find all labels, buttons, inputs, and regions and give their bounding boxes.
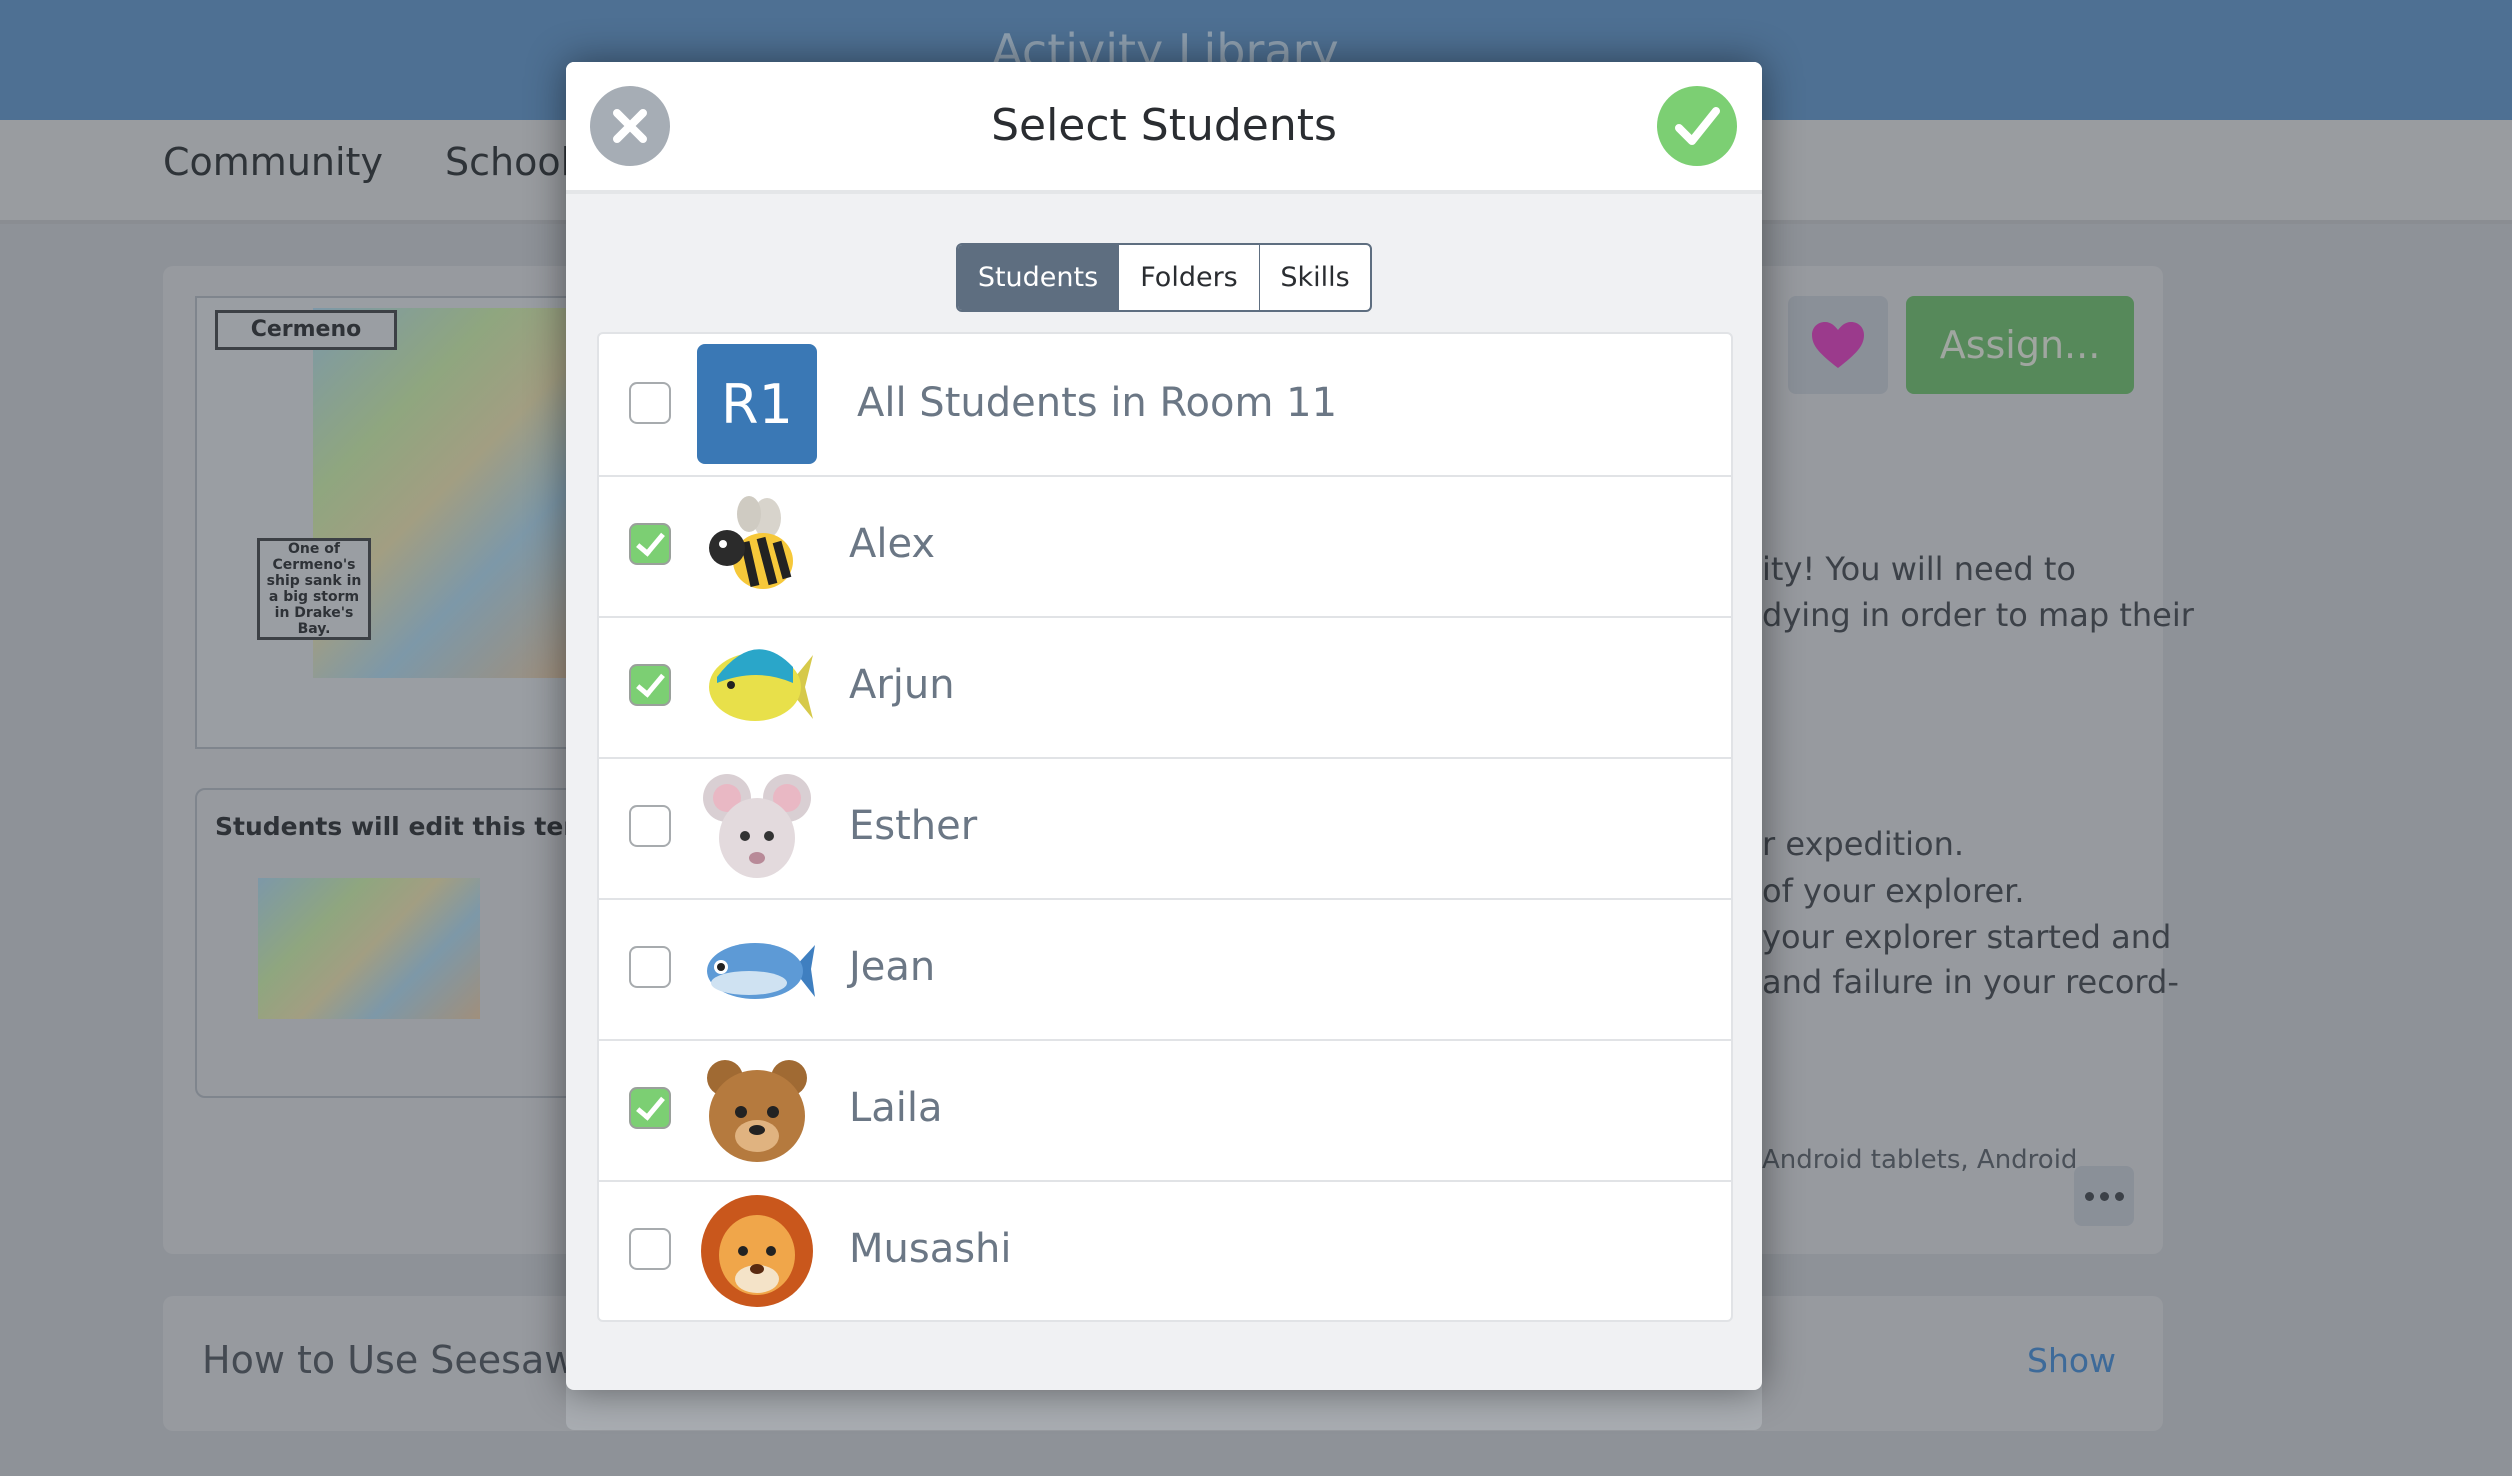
confirm-button[interactable] <box>1657 86 1737 166</box>
more-button[interactable] <box>2074 1166 2134 1226</box>
nav-school[interactable]: School <box>445 140 571 184</box>
image-title-label: Cermeno <box>215 310 397 350</box>
list-item-student[interactable]: Arjun <box>599 616 1731 759</box>
select-checkbox[interactable] <box>629 1087 671 1129</box>
list-item-student[interactable]: Alex <box>599 475 1731 618</box>
tab-folders[interactable]: Folders <box>1118 245 1259 310</box>
student-name: Musashi <box>849 1226 1012 1272</box>
list-item-student[interactable]: Musashi <box>599 1180 1731 1321</box>
select-checkbox[interactable] <box>629 523 671 565</box>
description-line: dying in order to map their <box>1762 596 2194 634</box>
lion-avatar-icon <box>697 1191 817 1311</box>
description-line: ity! You will need to <box>1762 550 2076 588</box>
favorite-button[interactable] <box>1788 296 1888 394</box>
list-item-all-students[interactable]: R1 All Students in Room 11 <box>599 334 1731 477</box>
student-name: Arjun <box>849 662 955 708</box>
tab-skills[interactable]: Skills <box>1259 245 1370 310</box>
student-name: All Students in Room 11 <box>857 380 1338 426</box>
modal-title: Select Students <box>991 100 1337 151</box>
template-map-image <box>258 878 480 1019</box>
fish-avatar-icon <box>697 909 817 1029</box>
description-line: r expedition. <box>1762 825 1965 863</box>
ellipsis-icon <box>2084 1191 2124 1201</box>
student-list: R1 All Students in Room 11 Alex Arjun Esther… <box>597 332 1733 1322</box>
mouse-avatar-icon <box>697 768 817 888</box>
check-icon <box>1675 107 1720 145</box>
select-checkbox[interactable] <box>629 805 671 847</box>
student-name: Esther <box>849 803 978 849</box>
select-checkbox[interactable] <box>629 664 671 706</box>
student-name: Alex <box>849 521 936 567</box>
activity-image: Cermeno One of Cermeno's ship sank in a … <box>195 296 569 749</box>
tab-students[interactable]: Students <box>958 245 1118 310</box>
view-tabs: Students Folders Skills <box>956 243 1372 312</box>
devices-text: Android tablets, Android <box>1762 1145 2078 1175</box>
select-checkbox[interactable] <box>629 382 671 424</box>
nav-community[interactable]: Community <box>163 140 383 184</box>
select-checkbox[interactable] <box>629 1228 671 1270</box>
list-item-student[interactable]: Esther <box>599 757 1731 900</box>
show-link[interactable]: Show <box>2027 1341 2116 1380</box>
description-line: your explorer started and <box>1762 918 2172 956</box>
assign-button[interactable]: Assign... <box>1906 296 2134 394</box>
student-name: Jean <box>849 944 936 990</box>
list-item-student[interactable]: Laila <box>599 1039 1731 1182</box>
description-line: of your explorer. <box>1762 872 2025 910</box>
tropical-fish-avatar-icon <box>697 627 817 747</box>
student-name: Laila <box>849 1085 943 1131</box>
bear-avatar-icon <box>697 1050 817 1170</box>
select-students-modal: Select Students Students Folders Skills … <box>566 62 1762 1390</box>
description-line: and failure in your record- <box>1762 963 2179 1001</box>
select-checkbox[interactable] <box>629 946 671 988</box>
image-note-label: One of Cermeno's ship sank in a big stor… <box>257 538 371 640</box>
heart-icon <box>1812 322 1864 368</box>
howto-title: How to Use Seesaw <box>202 1338 576 1382</box>
bee-avatar-icon <box>697 486 817 606</box>
class-avatar: R1 <box>697 344 817 464</box>
list-item-student[interactable]: Jean <box>599 898 1731 1041</box>
